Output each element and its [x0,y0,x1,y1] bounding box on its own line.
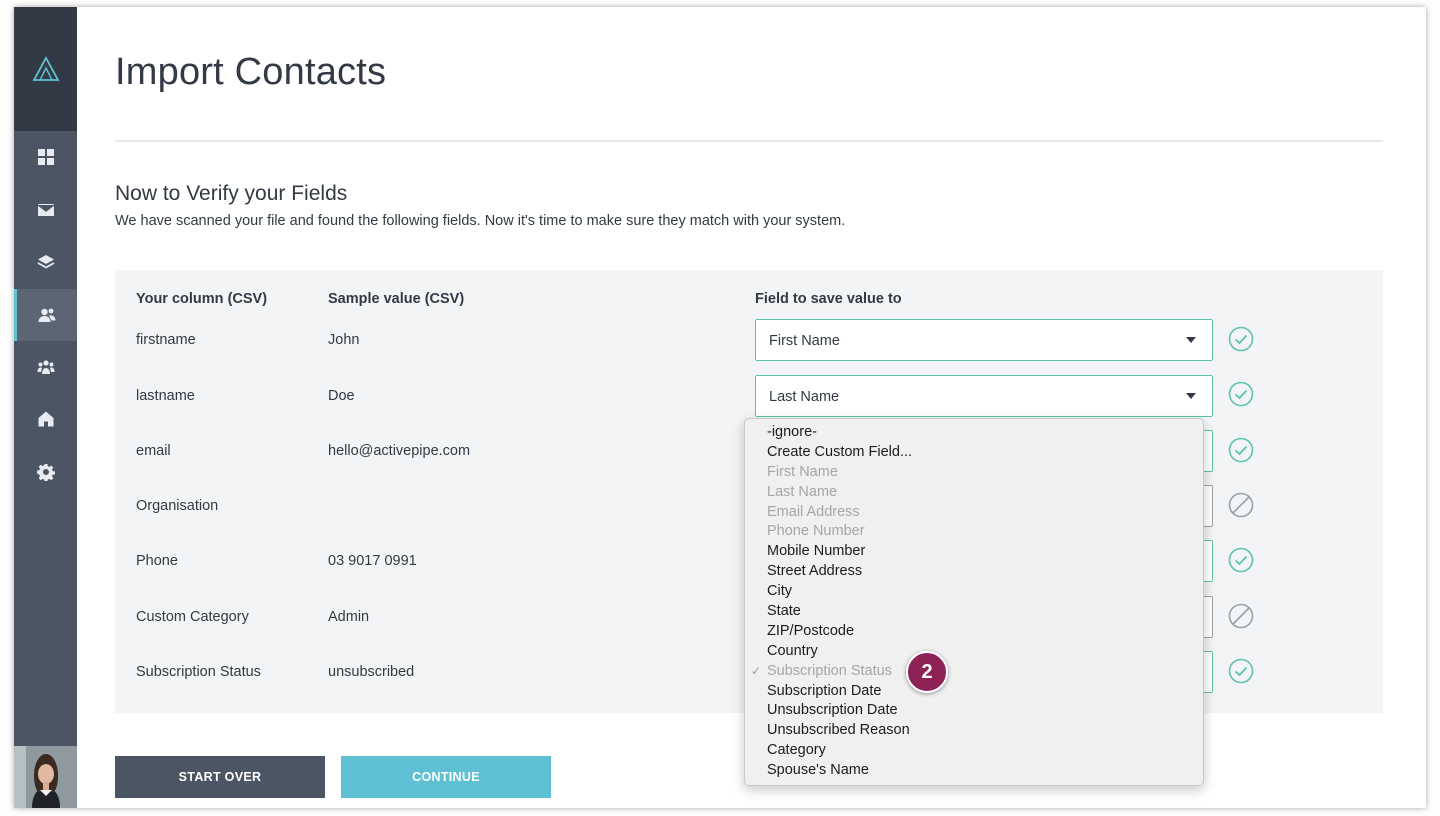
check-circle-icon [1228,547,1254,573]
dropdown-option-unsubscribed-reason[interactable]: Unsubscribed Reason [745,721,1203,741]
dropdown-option-street-address[interactable]: Street Address [745,562,1203,582]
home-icon [38,411,53,427]
continue-button[interactable]: CONTINUE [341,756,551,798]
dropdown-option-subscription-status: ✓ Subscription Status [745,662,1203,682]
dropdown-option-email-address: Email Address [767,503,860,520]
sidebar-item-dashboard[interactable] [14,131,77,183]
sidebar-item-team[interactable] [14,341,77,393]
contacts-icon [38,308,56,322]
sidebar-item-mail[interactable] [14,184,77,236]
column-header-csv: Your column (CSV) [136,291,268,307]
dropdown-option-first-name: First Name [767,463,838,480]
row-column-name: Subscription Status [136,664,261,680]
ignore-circle-icon [1228,492,1254,518]
avatar[interactable] [14,746,77,808]
sidebar-item-home[interactable] [14,393,77,445]
sidebar-item-settings[interactable] [14,446,77,498]
row-column-name: firstname [136,332,196,348]
sidebar-item-layers[interactable] [14,236,77,288]
row-sample-value: unsubscribed [328,664,415,680]
dropdown-option-country[interactable]: Country [745,642,1203,662]
dropdown-option-label: Subscription Status [767,662,892,679]
sidebar [14,7,77,808]
dropdown-option-ignore[interactable]: -ignore- [745,423,1203,443]
dropdown-option-create-custom-field[interactable]: Create Custom Field... [745,443,1203,463]
logo[interactable] [14,7,77,131]
layers-icon [37,255,54,269]
row-sample-value: Doe [328,388,355,404]
check-circle-icon [1228,326,1254,352]
dropdown-option-phone-number: Phone Number [767,523,865,540]
caret-down-icon [1186,337,1196,343]
row-sample-value: John [328,332,360,348]
field-select-firstname[interactable]: First Name [755,319,1213,361]
row-column-name: Organisation [136,498,219,514]
ignore-circle-icon [1228,603,1254,629]
column-header-sample: Sample value (CSV) [328,291,465,307]
page-title: Import Contacts [115,51,387,93]
row-column-name: email [136,443,171,459]
team-icon [37,360,54,374]
row-column-name: lastname [136,388,195,404]
field-select-value: Last Name [769,389,840,405]
start-over-button[interactable]: START OVER [115,756,325,798]
app-window: Import Contacts Now to Verify your Field… [14,7,1426,808]
dropdown-option-mobile-number[interactable]: Mobile Number [745,542,1203,562]
dropdown-option-spouses-name[interactable]: Spouse's Name [745,761,1203,781]
row-sample-value: 03 9017 0991 [328,553,417,569]
section-description: We have scanned your file and found the … [115,213,846,229]
dropdown-option-unsubscription-date[interactable]: Unsubscription Date [745,701,1203,721]
row-sample-value: Admin [328,609,370,625]
check-circle-icon [1228,437,1254,463]
sidebar-item-contacts[interactable] [14,289,77,341]
gear-icon [36,464,55,481]
section-title: Now to Verify your Fields [115,182,348,205]
dropdown-option-last-name: Last Name [767,483,838,500]
check-circle-icon [1228,381,1254,407]
row-sample-value: hello@activepipe.com [328,443,471,459]
dropdown-option-city[interactable]: City [745,582,1203,602]
dropdown-option-zip-postcode[interactable]: ZIP/Postcode [745,622,1203,642]
field-dropdown-menu: -ignore- Create Custom Field... First Na… [744,418,1204,786]
mail-icon [37,204,54,216]
row-column-name: Phone [136,553,178,569]
user-photo-icon [14,746,77,808]
dropdown-option-state[interactable]: State [745,602,1203,622]
check-circle-icon [1228,658,1254,684]
caret-down-icon [1186,393,1196,399]
main-content: Import Contacts Now to Verify your Field… [77,7,1426,808]
field-select-value: First Name [769,333,840,349]
step-badge: 2 [906,651,948,693]
divider [115,140,1383,142]
field-select-lastname[interactable]: Last Name [755,375,1213,417]
checkmark-icon: ✓ [751,663,762,678]
column-header-field: Field to save value to [755,291,902,307]
logo-icon [31,56,60,81]
dropdown-option-subscription-date[interactable]: Subscription Date [745,682,1203,702]
dashboard-icon [37,149,54,165]
row-column-name: Custom Category [136,609,249,625]
dropdown-option-category[interactable]: Category [745,741,1203,761]
